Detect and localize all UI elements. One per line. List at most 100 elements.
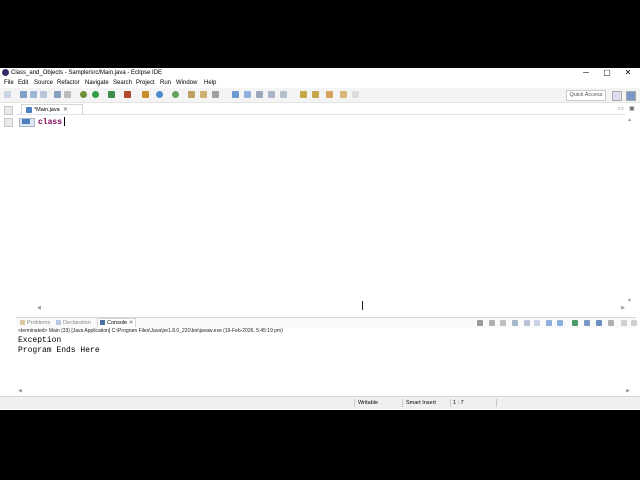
new-package-icon[interactable] bbox=[156, 91, 163, 98]
maximize-button[interactable]: ▢ bbox=[597, 68, 617, 78]
menu-window[interactable]: Window bbox=[176, 80, 197, 87]
minimize-editor-icon[interactable]: ▭ bbox=[618, 105, 624, 112]
menu-search[interactable]: Search bbox=[113, 80, 132, 87]
scroll-left-icon[interactable]: ◀ bbox=[37, 305, 41, 311]
status-insert-mode[interactable]: Smart Insert bbox=[406, 400, 436, 407]
editor-vertical-scrollbar[interactable]: ▲ ▼ bbox=[626, 114, 634, 309]
editor-horizontal-scrollbar[interactable]: ◀ ▶ bbox=[37, 305, 625, 311]
open-console-icon[interactable] bbox=[596, 320, 602, 326]
back-icon[interactable] bbox=[340, 91, 347, 98]
tab-console[interactable]: Console ✕ bbox=[97, 318, 137, 327]
clear-console-icon[interactable] bbox=[512, 320, 518, 326]
minimize-console-icon[interactable] bbox=[621, 320, 627, 326]
last-edit-location-icon[interactable] bbox=[326, 91, 333, 98]
save-all-icon[interactable] bbox=[30, 91, 37, 98]
skip-breakpoints-icon[interactable] bbox=[64, 91, 71, 98]
eclipse-window: Class_and_Objects - Sample/src/Main.java… bbox=[0, 68, 640, 410]
bottom-panel-tab-bar: Problems Declaration Console ✕ bbox=[16, 317, 637, 328]
toggle-mark-occurrences-icon[interactable] bbox=[232, 91, 239, 98]
open-perspective-icon[interactable] bbox=[612, 91, 622, 101]
show-whitespace-icon[interactable] bbox=[256, 91, 263, 98]
status-separator bbox=[354, 399, 355, 407]
status-separator bbox=[402, 399, 403, 407]
display-console-icon[interactable] bbox=[584, 320, 590, 326]
menu-help[interactable]: Help bbox=[204, 80, 216, 87]
menu-file[interactable]: File bbox=[4, 80, 14, 87]
menu-edit[interactable]: Edit bbox=[18, 80, 28, 87]
tab-problems-label: Problems bbox=[27, 320, 51, 326]
restore-icon[interactable] bbox=[4, 106, 13, 115]
scroll-down-icon[interactable]: ▼ bbox=[627, 298, 632, 304]
remove-launch-icon[interactable] bbox=[489, 320, 495, 326]
tab-declaration[interactable]: Declaration bbox=[56, 319, 91, 327]
status-cursor-position[interactable]: 1 : 7 bbox=[453, 400, 464, 407]
bookmark-icon bbox=[22, 119, 30, 124]
window-title: Class_and_Objects - Sample/src/Main.java… bbox=[11, 70, 163, 76]
word-wrap-icon[interactable] bbox=[268, 91, 275, 98]
status-separator bbox=[450, 399, 451, 407]
maximize-console-icon[interactable] bbox=[631, 320, 637, 326]
problems-icon bbox=[20, 320, 25, 326]
code-line-1[interactable]: class bbox=[38, 117, 66, 128]
menu-navigate[interactable]: Navigate bbox=[85, 80, 109, 87]
tab-problems[interactable]: Problems bbox=[20, 319, 50, 327]
terminate-icon[interactable] bbox=[477, 320, 483, 326]
editor-ruler bbox=[16, 115, 36, 310]
keyword-class: class bbox=[38, 118, 63, 127]
status-writable: Writable bbox=[358, 400, 379, 406]
open-task-icon[interactable] bbox=[200, 91, 207, 98]
java-perspective-icon[interactable] bbox=[626, 91, 636, 101]
console-close-icon[interactable]: ✕ bbox=[129, 320, 134, 326]
ibeam-stem bbox=[362, 301, 363, 310]
run-icon[interactable] bbox=[92, 91, 99, 98]
quick-access-field[interactable]: Quick Access bbox=[566, 90, 606, 101]
menu-project[interactable]: Project bbox=[136, 80, 155, 87]
pilcrow-icon[interactable] bbox=[280, 91, 287, 98]
console-scroll-right-icon[interactable]: ▶ bbox=[626, 388, 630, 394]
search-icon[interactable] bbox=[212, 91, 219, 98]
minimize-button[interactable]: ─ bbox=[576, 68, 596, 78]
new-class-icon[interactable] bbox=[172, 91, 179, 98]
console-output[interactable]: Exception Program Ends Here bbox=[18, 336, 100, 356]
status-bar: Writable Smart Insert 1 : 7 bbox=[0, 396, 640, 409]
maximize-editor-icon[interactable]: ▣ bbox=[629, 105, 635, 112]
coverage-icon[interactable] bbox=[108, 91, 115, 98]
menu-run[interactable]: Run bbox=[160, 80, 171, 87]
status-separator bbox=[496, 399, 497, 407]
print-icon[interactable] bbox=[40, 91, 47, 98]
view-menu-icon[interactable] bbox=[608, 320, 614, 326]
console-horizontal-scrollbar[interactable]: ◀ ▶ bbox=[18, 388, 630, 394]
remove-all-terminated-icon[interactable] bbox=[500, 320, 506, 326]
pin-console-icon[interactable] bbox=[572, 320, 578, 326]
menu-source[interactable]: Source bbox=[34, 80, 53, 87]
save-icon[interactable] bbox=[20, 91, 27, 98]
declaration-icon bbox=[56, 320, 61, 326]
console-icon bbox=[100, 320, 105, 326]
forward-icon[interactable] bbox=[352, 91, 359, 98]
menu-refactor[interactable]: Refactor bbox=[57, 80, 80, 87]
package-explorer-icon[interactable] bbox=[4, 118, 13, 127]
console-line: Program Ends Here bbox=[18, 346, 100, 355]
previous-annotation-icon[interactable] bbox=[312, 91, 319, 98]
external-tools-icon[interactable] bbox=[124, 91, 131, 98]
console-scroll-left-icon[interactable]: ◀ bbox=[18, 388, 22, 394]
editor-tab-bar: *Main.java ✕ bbox=[16, 103, 624, 115]
toggle-block-selection-icon[interactable] bbox=[244, 91, 251, 98]
scroll-up-icon[interactable]: ▲ bbox=[627, 117, 632, 123]
open-type-icon[interactable] bbox=[188, 91, 195, 98]
new-icon[interactable] bbox=[4, 91, 11, 98]
new-java-project-icon[interactable] bbox=[142, 91, 149, 98]
next-annotation-icon[interactable] bbox=[300, 91, 307, 98]
console-line: Exception bbox=[18, 336, 62, 345]
code-editor[interactable]: class bbox=[16, 114, 625, 310]
close-button[interactable]: ✕ bbox=[618, 68, 638, 78]
show-on-output-icon[interactable] bbox=[546, 320, 552, 326]
terminated-label: <terminated> Main (33) [Java Application… bbox=[18, 328, 283, 334]
debug-icon[interactable] bbox=[80, 91, 87, 98]
terminal-icon[interactable] bbox=[54, 91, 61, 98]
word-wrap-console-icon[interactable] bbox=[534, 320, 540, 326]
scroll-right-icon[interactable]: ▶ bbox=[621, 305, 625, 311]
scroll-lock-icon[interactable] bbox=[524, 320, 530, 326]
show-on-error-icon[interactable] bbox=[557, 320, 563, 326]
text-caret bbox=[64, 117, 66, 127]
